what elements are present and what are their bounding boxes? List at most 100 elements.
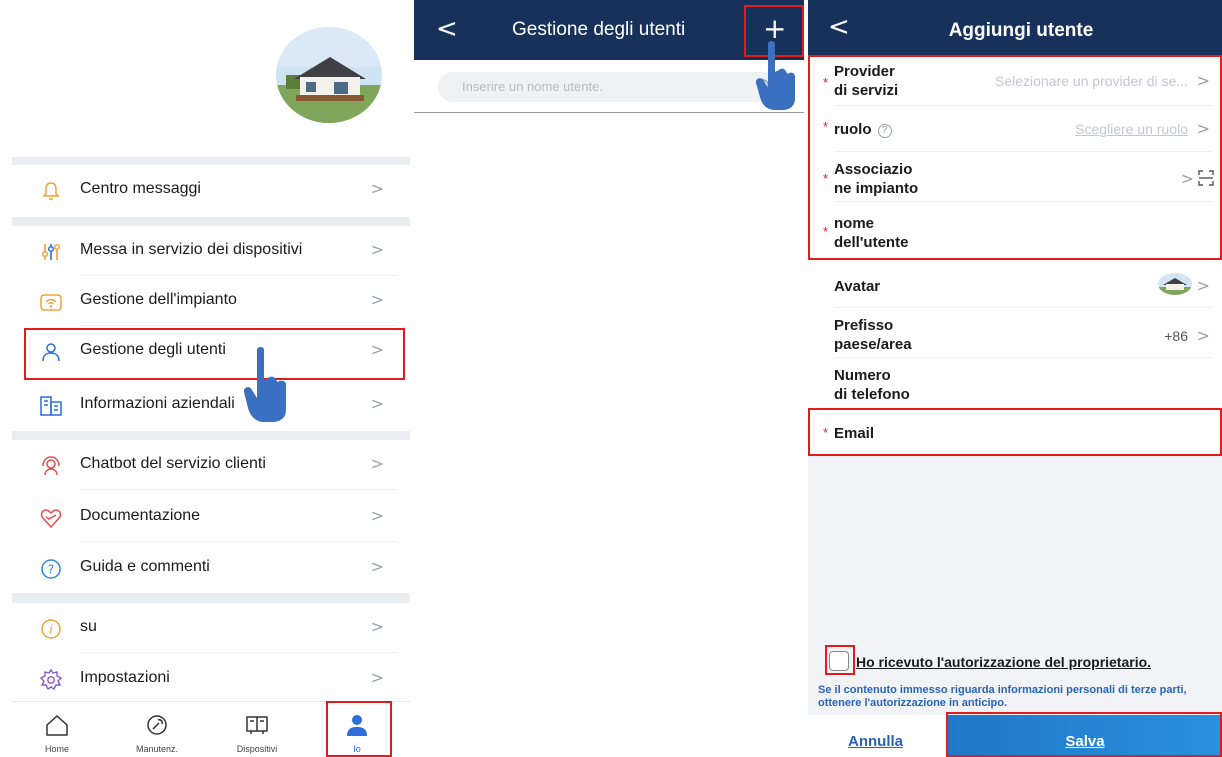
menu-item-user-management[interactable]: Gestione degli utenti > [12,326,398,376]
chevron-right-icon: > [370,454,384,473]
provider-field[interactable]: * Provider di servizi Selezionare un pro… [808,56,1222,106]
menu-item-plant-management[interactable]: Gestione dell'impianto > [12,276,398,326]
tab-label: Dispositivi [236,744,278,754]
menu-item-messages[interactable]: Centro messaggi > [12,165,398,215]
search-input[interactable]: Inserire un nome utente. [438,72,790,102]
document-icon [40,507,62,529]
chevron-right-icon: > [1196,326,1210,345]
chevron-right-icon: > [1180,169,1194,188]
field-label: di servizi [834,82,899,99]
chevron-right-icon: > [370,617,384,636]
chevron-right-icon: > [1196,119,1210,138]
menu-item-company-info[interactable]: Informazioni aziendali > [12,380,398,430]
field-label: Avatar [834,278,881,295]
divider [80,652,398,653]
chevron-right-icon: > [370,506,384,525]
save-button[interactable]: Salva [948,715,1222,757]
email-field[interactable]: * Email [808,410,1222,456]
user-icon [40,341,62,363]
devices-icon [245,714,269,736]
divider [414,112,804,113]
menu-item-label: Chatbot del servizio clienti [80,455,266,472]
menu-item-label: su [80,618,97,635]
section-separator [12,157,410,165]
field-label: Associazio [834,161,913,178]
field-label: nome [834,215,875,232]
back-arrow-icon[interactable]: < [436,14,458,44]
plant-association-field[interactable]: * Associazio ne impianto > [808,152,1222,202]
avatar-field[interactable]: Avatar > [808,262,1222,308]
pointer-hand-icon [754,40,800,117]
menu-item-label: Documentazione [80,507,201,524]
top-bar: < Aggiungi utente [808,0,1222,56]
divider [80,489,398,490]
phone-field[interactable]: Numero di telefono [808,358,1222,408]
field-label: Numero [834,367,891,384]
user-management-screen: < Gestione degli utenti + Inserire un no… [414,0,804,757]
svg-text:i: i [49,623,53,637]
action-bar: Annulla Salva [808,715,1222,757]
section-separator [12,593,410,603]
page-title: Gestione degli utenti [512,19,686,40]
field-label: ne impianto [834,180,919,197]
menu-item-label: Impostazioni [80,669,170,686]
wrench-icon [145,714,169,736]
gear-icon [40,669,62,691]
tab-home[interactable]: Home [12,702,102,757]
chevron-right-icon: > [370,394,384,413]
tab-label: Home [44,744,69,754]
provider-select[interactable]: Selezionare un provider di se... [995,73,1188,89]
chevron-right-icon: > [370,557,384,576]
svg-text:?: ? [48,563,54,577]
role-select[interactable]: Scegliere un ruolo [1075,121,1188,137]
page-title: Aggiungi utente [948,20,1094,41]
menu-item-label: Centro messaggi [80,180,201,197]
divider [834,201,1212,202]
menu-item-chatbot[interactable]: Chatbot del servizio clienti > [12,440,398,490]
menu-item-label: Informazioni aziendali [80,395,235,412]
field-label: paese/area [834,336,912,353]
tab-me[interactable]: Io [312,702,402,757]
field-label: Prefisso [834,317,894,334]
menu-item-label: Messa in servizio dei dispositivi [80,241,303,258]
section-separator [12,431,410,440]
bottom-tab-bar: Home Manutenz. Dispositivi Io [12,701,410,757]
authorization-checkbox[interactable] [829,651,849,671]
required-marker: * [823,171,829,186]
menu-item-label: Gestione dell'impianto [80,291,237,308]
chevron-right-icon: > [370,290,384,309]
avatar-thumbnail[interactable] [1158,273,1192,295]
prefix-value[interactable]: +86 [1164,328,1188,344]
menu-item-label: Gestione degli utenti [80,341,226,358]
top-bar: < Gestione degli utenti + [414,0,804,60]
username-field[interactable]: * nome dell'utente [808,206,1222,258]
menu-item-about[interactable]: i su > [12,603,398,653]
cancel-button[interactable]: Annulla [848,733,903,750]
chevron-right-icon: > [1196,71,1210,90]
profile-avatar[interactable] [276,27,382,123]
menu-item-help[interactable]: ? Guida e commenti > [12,543,398,593]
menu-item-documentation[interactable]: Documentazione > [12,492,398,542]
required-marker: * [823,119,829,134]
field-label: dell'utente [834,234,909,251]
bell-icon [40,180,62,202]
required-marker: * [823,425,829,440]
authorization-label[interactable]: Ho ricevuto l'autorizzazione del proprie… [856,654,1151,670]
field-label: Email [834,425,875,442]
country-prefix-field[interactable]: Prefisso paese/area +86 > [808,308,1222,358]
info-icon: i [40,618,62,640]
headset-icon [40,455,62,477]
chevron-right-icon: > [370,240,384,259]
tab-maintenance[interactable]: Manutenz. [112,702,202,757]
role-field[interactable]: * ruolo? Scegliere un ruolo > [808,106,1222,152]
menu-item-commissioning[interactable]: Messa in servizio dei dispositivi > [12,226,398,276]
tab-label: Manutenz. [135,744,179,754]
menu-item-settings[interactable]: Impostazioni > [12,654,398,704]
scan-icon[interactable] [1198,170,1214,191]
required-marker: * [823,75,829,90]
authorization-note: Se il contenuto immesso riguarda informa… [818,684,1187,709]
field-label: Provider [834,63,895,80]
field-label: ruolo? [834,120,892,139]
tab-devices[interactable]: Dispositivi [212,702,302,757]
search-placeholder: Inserire un nome utente. [462,79,603,94]
